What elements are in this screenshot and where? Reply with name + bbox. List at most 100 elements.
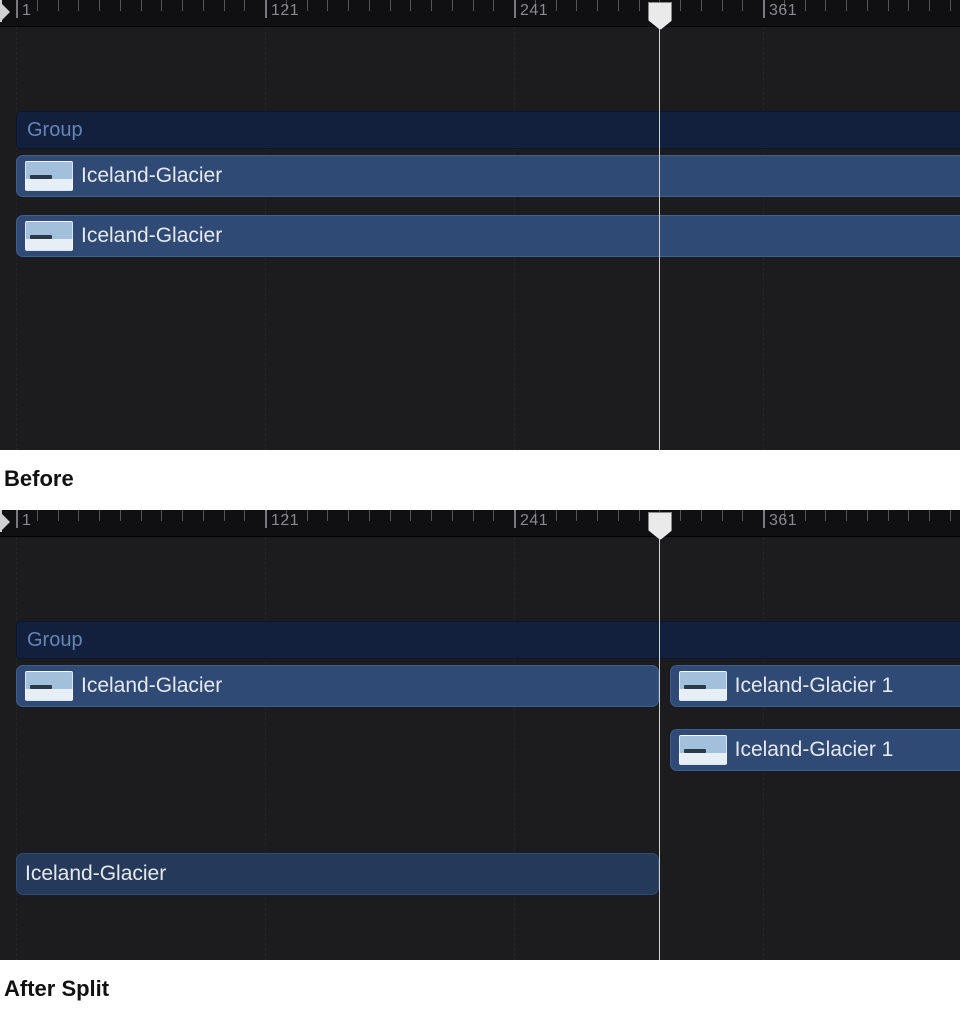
ruler-tick-minor [37, 510, 38, 521]
ruler-tick-minor [701, 510, 702, 521]
ruler-tick-minor [680, 0, 681, 11]
ruler-tick-minor [224, 510, 225, 521]
ruler-tick-minor [369, 0, 370, 11]
ruler-tick-minor [120, 0, 121, 11]
ruler-tick-minor [203, 0, 204, 11]
ruler-frame-label: 241 [520, 512, 548, 530]
ruler-tick-minor [141, 510, 142, 521]
ruler-tick-minor [431, 510, 432, 521]
ruler-tick-minor [58, 510, 59, 521]
ruler-tick-minor [182, 510, 183, 521]
timeline-before[interactable]: 1121241361 GroupIceland-GlacierIceland-G… [0, 0, 960, 450]
ruler-tick-minor [722, 510, 723, 521]
ruler-tick-minor [390, 510, 391, 521]
group-header[interactable]: Group [16, 621, 960, 659]
clip-name: Iceland-Glacier [81, 164, 222, 188]
ruler-frame-label: 121 [271, 2, 299, 20]
ruler-tick-major [265, 510, 267, 528]
ruler-tick-minor [701, 0, 702, 11]
ruler-tick-minor [867, 0, 868, 11]
ruler-tick-minor [473, 0, 474, 11]
ruler-tick-minor [846, 0, 847, 11]
clip-thumbnail [679, 671, 727, 701]
ruler-tick-minor [307, 510, 308, 521]
timeline-clip[interactable]: Iceland-Glacier 1 [670, 665, 960, 707]
group-label: Group [27, 119, 83, 142]
timeline-clip[interactable]: Iceland-Glacier 1 [670, 729, 960, 771]
ruler-tick-minor [825, 0, 826, 11]
timeline-clip[interactable]: Iceland-Glacier [16, 155, 960, 197]
clip-name: Iceland-Glacier 1 [735, 674, 894, 698]
ruler-tick-minor [908, 0, 909, 11]
ruler-tick-minor [141, 0, 142, 11]
ruler-tick-minor [410, 0, 411, 11]
ruler-tick-minor [58, 0, 59, 11]
ruler-frame-label: 361 [769, 512, 797, 530]
ruler-tick-minor [161, 510, 162, 521]
ruler-tick-major [16, 510, 18, 528]
clip-name: Iceland-Glacier 1 [735, 738, 894, 762]
ruler-tick-minor [846, 510, 847, 521]
clip-thumbnail [25, 671, 73, 701]
playhead-line [659, 537, 660, 960]
ruler-tick-minor [244, 510, 245, 521]
timeline-clip[interactable]: Iceland-Glacier [16, 665, 659, 707]
ruler-tick-minor [825, 510, 826, 521]
timeline-clip[interactable]: Iceland-Glacier [16, 853, 659, 895]
ruler-tick-minor [950, 510, 951, 521]
ruler-tick-minor [390, 0, 391, 11]
ruler-tick-minor [120, 510, 121, 521]
ruler-tick-major [763, 0, 765, 18]
ruler-tick-major [514, 510, 516, 528]
ruler-tick-minor [805, 510, 806, 521]
ruler-tick-minor [618, 0, 619, 11]
ruler-tick-minor [742, 510, 743, 521]
ruler-tick-minor [203, 510, 204, 521]
ruler-tick-minor [244, 0, 245, 11]
ruler-tick-minor [473, 510, 474, 521]
ruler-tick-minor [182, 0, 183, 11]
ruler-tick-minor [929, 0, 930, 11]
ruler-tick-minor [410, 510, 411, 521]
grid-line [16, 537, 17, 960]
ruler-tick-minor [888, 0, 889, 11]
ruler-frame-label: 241 [520, 2, 548, 20]
ruler-tick-minor [493, 0, 494, 11]
timeline-after[interactable]: 1121241361 GroupIceland-GlacierIceland-G… [0, 510, 960, 960]
clip-thumbnail [25, 221, 73, 251]
ruler-tick-minor [161, 0, 162, 11]
ruler-tick-minor [929, 510, 930, 521]
ruler-tick-minor [597, 0, 598, 11]
ruler-frame-label: 1 [22, 512, 31, 530]
timeline-ruler[interactable]: 1121241361 [0, 510, 960, 537]
clip-name: Iceland-Glacier [81, 674, 222, 698]
ruler-tick-minor [348, 0, 349, 11]
clip-thumbnail [679, 735, 727, 765]
clip-name: Iceland-Glacier [25, 862, 166, 886]
grid-line [265, 537, 266, 960]
ruler-tick-major [16, 0, 18, 18]
ruler-tick-minor [37, 0, 38, 11]
ruler-tick-minor [431, 0, 432, 11]
clip-name: Iceland-Glacier [81, 224, 222, 248]
ruler-tick-minor [327, 510, 328, 521]
ruler-tick-minor [639, 0, 640, 11]
caption-after: After Split [0, 960, 960, 1020]
ruler-tick-minor [307, 0, 308, 11]
group-header[interactable]: Group [16, 111, 960, 149]
ruler-tick-major [514, 0, 516, 18]
ruler-tick-minor [805, 0, 806, 11]
ruler-frame-label: 1 [22, 2, 31, 20]
timeline-ruler[interactable]: 1121241361 [0, 0, 960, 27]
ruler-tick-minor [99, 0, 100, 11]
ruler-tick-minor [493, 510, 494, 521]
group-label: Group [27, 629, 83, 652]
ruler-tick-minor [369, 510, 370, 521]
caption-before: Before [0, 450, 960, 510]
ruler-tick-minor [556, 510, 557, 521]
clip-thumbnail [25, 161, 73, 191]
ruler-tick-minor [348, 510, 349, 521]
ruler-tick-minor [618, 510, 619, 521]
ruler-tick-minor [556, 0, 557, 11]
timeline-clip[interactable]: Iceland-Glacier [16, 215, 960, 257]
